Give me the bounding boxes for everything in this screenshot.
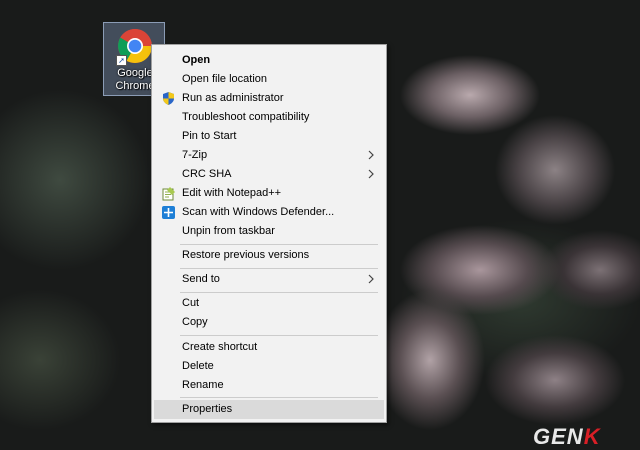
context-menu: Open Open file location Run as administr… [151,44,387,423]
menu-separator [180,244,378,245]
menu-item-label: Delete [182,360,214,372]
menu-item-label: 7-Zip [182,149,208,161]
menu-item-label: Send to [182,273,220,285]
menu-separator [180,292,378,293]
menu-item-open[interactable]: Open [154,51,384,70]
menu-item-create-shortcut[interactable]: Create shortcut [154,338,384,357]
menu-item-delete[interactable]: Delete [154,357,384,376]
shield-icon [163,92,174,105]
menu-item-pin-to-start[interactable]: Pin to Start [154,127,384,146]
menu-item-label: Copy [182,316,208,328]
menu-item-send-to[interactable]: Send to [154,270,384,289]
menu-item-label: Scan with Windows Defender... [182,206,335,218]
menu-item-label: Restore previous versions [182,249,310,261]
menu-item-label: Properties [182,403,233,415]
menu-item-label: Unpin from taskbar [182,225,275,237]
menu-item-label: Create shortcut [182,341,258,353]
menu-item-properties[interactable]: Properties [154,400,384,419]
menu-item-scan-with-windows-defender[interactable]: Scan with Windows Defender... [154,203,384,222]
menu-separator [180,268,378,269]
menu-item-label: Run as administrator [182,92,284,104]
menu-item-label: Cut [182,297,200,309]
menu-item-unpin-from-taskbar[interactable]: Unpin from taskbar [154,222,384,241]
menu-item-label: Pin to Start [182,130,237,142]
defender-icon [162,206,175,219]
menu-separator [180,397,378,398]
menu-item-label: Troubleshoot compatibility [182,111,310,123]
watermark-accent-text: K [583,424,601,449]
shortcut-arrow-icon: ➚ [116,55,127,66]
genk-watermark-logo: GENK [533,424,601,450]
menu-item-label: Edit with Notepad++ [182,187,282,199]
chevron-right-icon [368,150,374,160]
menu-item-copy[interactable]: Copy [154,313,384,332]
menu-item-troubleshoot-compatibility[interactable]: Troubleshoot compatibility [154,108,384,127]
menu-item-label: Open [182,54,211,66]
menu-item-label: Rename [182,379,224,391]
menu-item-restore-previous-versions[interactable]: Restore previous versions [154,246,384,265]
menu-item-label: CRC SHA [182,168,232,180]
notepadpp-icon [162,187,175,201]
menu-item-cut[interactable]: Cut [154,294,384,313]
menu-item-edit-with-notepadpp[interactable]: Edit with Notepad++ [154,184,384,203]
menu-item-open-file-location[interactable]: Open file location [154,70,384,89]
chevron-right-icon [368,274,374,284]
chevron-right-icon [368,169,374,179]
menu-separator [180,335,378,336]
menu-item-label: Open file location [182,73,267,85]
menu-item-crc-sha[interactable]: CRC SHA [154,165,384,184]
menu-item-7-zip[interactable]: 7-Zip [154,146,384,165]
menu-item-rename[interactable]: Rename [154,376,384,395]
watermark-text: GEN [533,424,584,449]
menu-item-run-as-administrator[interactable]: Run as administrator [154,89,384,108]
